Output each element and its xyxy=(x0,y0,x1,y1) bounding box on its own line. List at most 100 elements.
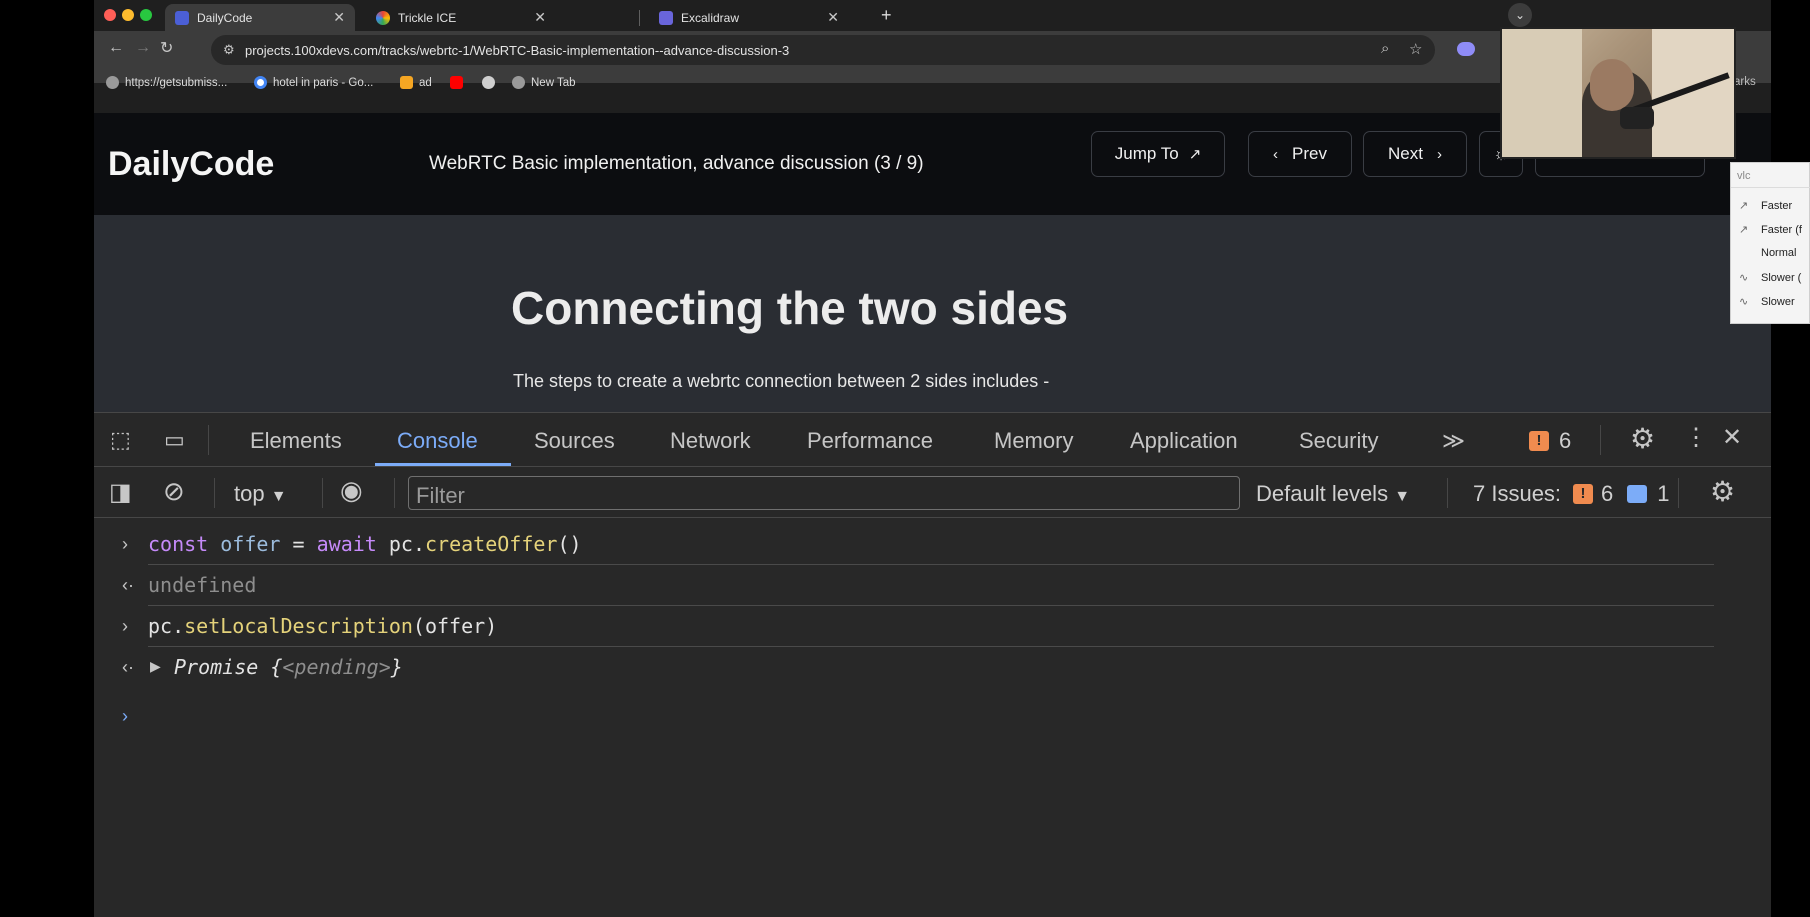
input-chevron-icon: › xyxy=(122,616,128,636)
menu-item-slower[interactable]: ∿ Slower xyxy=(1731,295,1795,309)
code-object: pc. xyxy=(148,614,185,638)
minimize-window-button[interactable] xyxy=(122,9,134,21)
more-tabs-icon[interactable]: ≫ xyxy=(1442,428,1465,454)
bookmark-new-tab[interactable]: New Tab xyxy=(512,76,576,89)
close-window-button[interactable] xyxy=(104,9,116,21)
context-select[interactable]: top ▼ xyxy=(234,481,287,507)
vlc-search-text[interactable]: vlc xyxy=(1737,170,1750,182)
person-face xyxy=(1590,59,1634,111)
warning-counter[interactable]: ! 6 xyxy=(1529,428,1571,454)
prev-label: Prev xyxy=(1292,144,1327,163)
jump-to-button[interactable]: Jump To ↗ xyxy=(1091,131,1225,177)
menu-item-faster[interactable]: ↗ Faster xyxy=(1731,199,1792,213)
console-result[interactable]: Promise {<pending>} xyxy=(174,655,403,679)
close-tab-icon[interactable]: ✕ xyxy=(534,9,546,26)
code-function: createOffer xyxy=(425,532,558,556)
prompt-chevron-icon: › xyxy=(122,706,128,726)
code-keyword: const xyxy=(148,532,209,556)
speed-icon: ∿ xyxy=(1739,272,1749,284)
globe-icon xyxy=(106,76,119,89)
address-bar[interactable]: ⚙ projects.100xdevs.com/tracks/webrtc-1/… xyxy=(211,35,1435,65)
code-operator: = xyxy=(280,532,317,556)
tab-application[interactable]: Application xyxy=(1130,428,1238,454)
bookmark-getsubmiss[interactable]: https://getsubmiss... xyxy=(106,76,227,89)
maximize-window-button[interactable] xyxy=(140,9,152,21)
tab-sources[interactable]: Sources xyxy=(534,428,615,454)
bookmark-label: New Tab xyxy=(531,76,576,89)
bookmark-star-icon[interactable]: ☆ xyxy=(1409,40,1422,58)
close-devtools-icon[interactable]: ✕ xyxy=(1722,423,1742,452)
page-heading: Connecting the two sides xyxy=(511,282,1069,334)
dailycode-favicon-icon xyxy=(175,10,189,25)
site-logo[interactable]: DailyCode xyxy=(108,145,274,184)
tab-trickle-ice[interactable]: Trickle ICE ✕ xyxy=(366,4,556,31)
site-info-icon[interactable]: ⚙ xyxy=(223,42,235,58)
zoom-icon[interactable]: ⌕ xyxy=(1381,40,1389,57)
reload-icon[interactable]: ↻ xyxy=(160,38,173,58)
bookmark-hotel-paris[interactable]: hotel in paris - Go... xyxy=(254,76,373,89)
extension-icon[interactable] xyxy=(1457,42,1475,56)
prev-button[interactable]: ‹ Prev xyxy=(1248,131,1352,177)
sidebar-toggle-icon[interactable]: ◨ xyxy=(109,478,132,507)
log-levels-select[interactable]: Default levels ▼ xyxy=(1256,481,1410,507)
input-chevron-icon: › xyxy=(122,534,128,554)
console-code[interactable]: pc.setLocalDescription(offer) xyxy=(148,614,497,638)
next-button[interactable]: Next › xyxy=(1363,131,1467,177)
console-input-line: › pc.setLocalDescription(offer) xyxy=(94,606,1714,647)
close-tab-icon[interactable]: ✕ xyxy=(333,9,345,26)
tab-security[interactable]: Security xyxy=(1299,428,1378,454)
output-chevron-icon: ‹· xyxy=(122,657,134,677)
menu-item-slower-fine[interactable]: ∿ Slower ( xyxy=(1731,271,1801,285)
filter-input[interactable]: Filter xyxy=(408,476,1240,510)
more-options-icon[interactable]: ⋮ xyxy=(1684,423,1708,452)
tab-label: Trickle ICE xyxy=(398,10,457,25)
warning-icon: ! xyxy=(1529,431,1549,451)
settings-gear-icon[interactable]: ⚙ xyxy=(1630,422,1655,455)
forward-arrow-icon[interactable]: → xyxy=(135,39,151,57)
console-settings-gear-icon[interactable]: ⚙ xyxy=(1710,475,1735,508)
speed-icon: ∿ xyxy=(1739,296,1749,308)
tab-performance[interactable]: Performance xyxy=(807,428,933,454)
issues-counter[interactable]: 7 Issues: ! 6 1 xyxy=(1473,481,1670,507)
menu-item-normal[interactable]: Normal xyxy=(1731,247,1796,259)
promise-label: Promise xyxy=(174,655,271,679)
url-text[interactable]: projects.100xdevs.com/tracks/webrtc-1/We… xyxy=(245,43,789,58)
levels-label: Default levels xyxy=(1256,481,1389,506)
expand-triangle-icon[interactable]: ▶ xyxy=(150,658,161,675)
close-tab-icon[interactable]: ✕ xyxy=(827,9,839,26)
tab-console[interactable]: Console xyxy=(397,428,478,454)
brace: } xyxy=(390,655,403,679)
code-args: (offer) xyxy=(412,614,498,638)
console-code[interactable]: const offer = await pc.createOffer() xyxy=(148,532,582,556)
promise-state: <pending> xyxy=(282,655,391,679)
menu-item-label: Faster (f xyxy=(1761,223,1802,236)
tab-label: DailyCode xyxy=(197,10,253,25)
console-prompt[interactable]: › xyxy=(94,696,1714,737)
live-expression-eye-icon[interactable]: ◉ xyxy=(340,475,363,506)
tab-search-chevron-icon[interactable]: ⌄ xyxy=(1508,3,1532,27)
youtube-icon xyxy=(450,76,463,89)
tab-network[interactable]: Network xyxy=(670,428,751,454)
bookmark-ad[interactable]: ad xyxy=(400,76,432,89)
tab-excalidraw[interactable]: Excalidraw ✕ xyxy=(649,4,849,31)
tab-elements[interactable]: Elements xyxy=(250,428,342,454)
device-toolbar-icon[interactable]: ▭ xyxy=(164,427,185,453)
new-tab-icon[interactable]: + xyxy=(881,5,892,26)
active-tab-indicator xyxy=(375,463,511,466)
console-output-line: ‹· ▶ Promise {<pending>} xyxy=(94,647,1714,688)
clear-console-icon[interactable]: ⊘ xyxy=(163,476,185,507)
console-input-line: › const offer = await pc.createOffer() xyxy=(94,524,1714,565)
menu-item-faster-fine[interactable]: ↗ Faster (f xyxy=(1731,223,1802,237)
back-arrow-icon[interactable]: ← xyxy=(108,39,124,57)
tab-memory[interactable]: Memory xyxy=(994,428,1073,454)
excalidraw-favicon-icon xyxy=(659,10,673,25)
next-label: Next xyxy=(1388,144,1423,163)
all-bookmarks-label[interactable]: arks xyxy=(1734,76,1756,88)
bookmark-github[interactable] xyxy=(482,76,501,89)
inspect-element-icon[interactable]: ⬚ xyxy=(110,427,131,453)
tab-dailycode[interactable]: DailyCode ✕ xyxy=(165,4,355,31)
bookmark-youtube[interactable] xyxy=(450,76,469,89)
chevron-left-icon: ‹ xyxy=(1273,145,1279,163)
console-toolbar: ◨ ⊘ top ▼ ◉ Filter Default levels ▼ 7 Is… xyxy=(94,468,1771,518)
menu-item-label: Slower xyxy=(1761,295,1795,308)
